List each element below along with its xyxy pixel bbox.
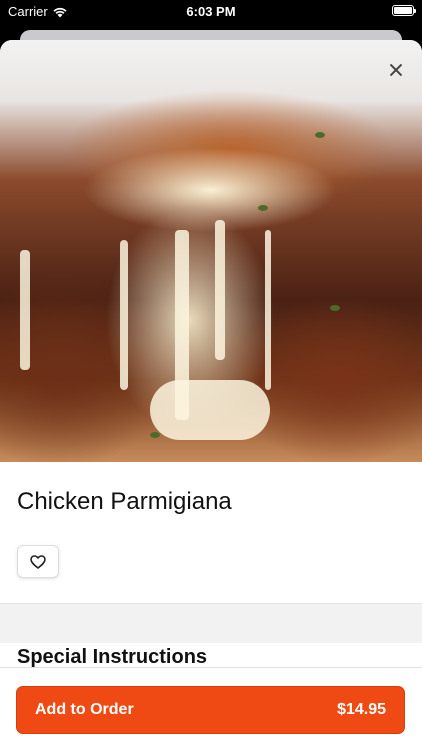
heart-outline-icon [30,554,46,569]
add-to-order-label: Add to Order [35,701,134,718]
cheese-strand [20,250,30,370]
cheese-strand [215,220,225,360]
herb-garnish [330,305,340,311]
special-instructions-heading: Special Instructions [17,646,208,668]
close-button[interactable] [384,58,408,82]
order-price: $14.95 [337,701,386,718]
cheese-strand [150,380,270,440]
add-to-order-button[interactable]: Add to Order $14.95 [16,686,405,734]
section-divider [0,603,422,643]
item-photo [0,40,422,462]
cheese-strand [120,240,128,390]
item-detail-sheet: Chicken Parmigiana Special Instructions … [0,40,422,750]
clock: 6:03 PM [186,4,236,19]
status-bar: Carrier 6:03 PM [0,0,422,22]
herb-garnish [150,432,160,438]
favorite-button[interactable] [17,545,59,578]
item-title: Chicken Parmigiana [17,488,232,515]
battery-icon [392,5,416,16]
herb-garnish [258,205,268,211]
herb-garnish [315,132,325,138]
cheese-strand [265,230,271,390]
order-bar: Add to Order $14.95 [0,667,422,750]
